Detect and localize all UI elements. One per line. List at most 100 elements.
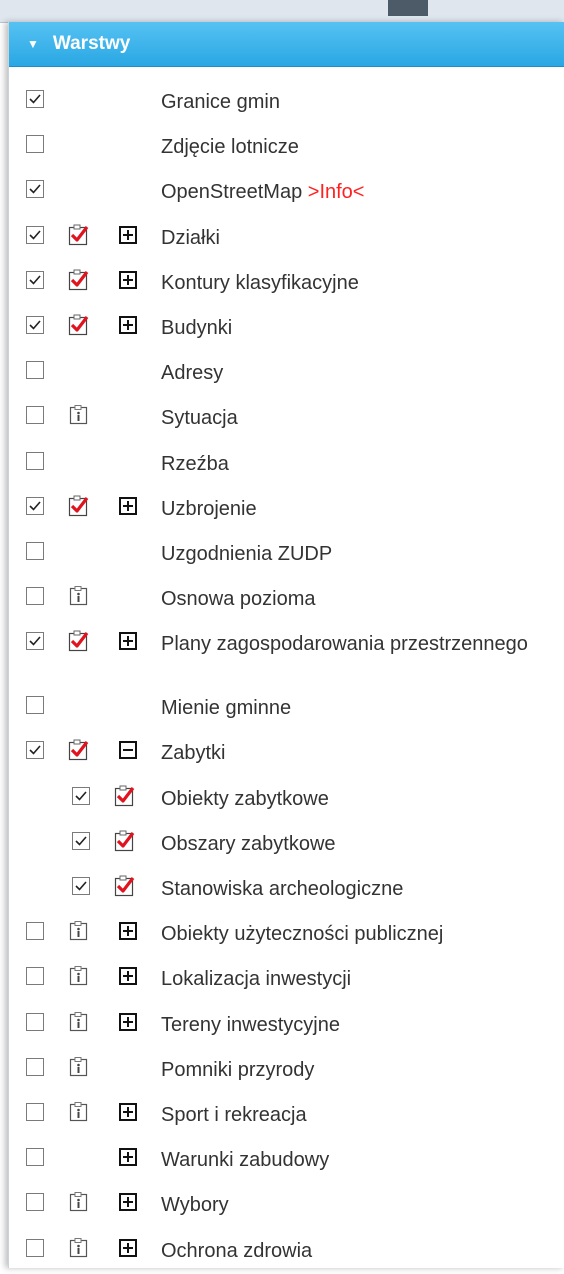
legend-check-icon[interactable]	[68, 739, 90, 761]
layer-label: Stanowiska archeologiczne	[161, 874, 553, 904]
layer-checkbox[interactable]	[26, 1148, 44, 1167]
layer-checkbox[interactable]	[26, 1012, 44, 1031]
legend-info-icon[interactable]	[68, 965, 90, 987]
legend-info-icon[interactable]	[68, 1191, 90, 1213]
layer-checkbox[interactable]	[26, 496, 44, 515]
layer-row: OpenStreetMap >Info<	[9, 170, 564, 215]
layer-row: Stanowiska archeologiczne	[9, 867, 564, 912]
expand-plus-icon[interactable]	[119, 315, 137, 334]
layer-row: Mienie gminne	[9, 686, 564, 731]
legend-check-icon[interactable]	[114, 785, 136, 807]
background-tab	[388, 0, 428, 16]
layer-label: Warunki zabudowy	[161, 1145, 553, 1175]
layer-name: Kontury klasyfikacyjne	[161, 271, 359, 294]
layer-checkbox[interactable]	[26, 90, 44, 108]
legend-check-icon[interactable]	[114, 875, 136, 897]
layer-label: Uzgodnienia ZUDP	[161, 539, 553, 569]
layer-name: Rzeźba	[161, 452, 229, 475]
legend-check-icon[interactable]	[68, 630, 90, 652]
collapse-minus-icon[interactable]	[119, 741, 137, 760]
layer-label: OpenStreetMap >Info<	[161, 177, 553, 207]
layer-row: Lokalizacja inwestycji	[9, 957, 564, 1002]
layer-checkbox[interactable]	[26, 225, 44, 244]
legend-info-icon[interactable]	[68, 920, 90, 942]
layer-checkbox[interactable]	[26, 270, 44, 289]
layer-name: Uzgodnienia ZUDP	[161, 542, 333, 565]
layer-name: Granice gmin	[161, 91, 280, 113]
layer-checkbox[interactable]	[26, 1193, 44, 1212]
legend-check-icon[interactable]	[68, 269, 90, 291]
legend-info-icon[interactable]	[68, 404, 90, 426]
layer-checkbox[interactable]	[26, 406, 44, 425]
layer-label: Zdjęcie lotnicze	[161, 132, 553, 162]
expand-plus-icon[interactable]	[119, 632, 137, 651]
layer-checkbox[interactable]	[26, 1102, 44, 1121]
layer-row: Kontury klasyfikacyjne	[9, 261, 564, 306]
layer-row: Adresy	[9, 351, 564, 396]
legend-info-icon[interactable]	[68, 1056, 90, 1078]
layer-row: Sytuacja	[9, 396, 564, 441]
layer-name: Obiekty zabytkowe	[161, 787, 329, 810]
panel-header[interactable]: ▼ Warstwy	[9, 22, 564, 67]
layer-label: Uzbrojenie	[161, 494, 553, 524]
layer-label: Pomniki przyrody	[161, 1055, 553, 1085]
layer-checkbox[interactable]	[26, 315, 44, 334]
layer-checkbox[interactable]	[26, 922, 44, 941]
layer-checkbox[interactable]	[26, 1238, 44, 1257]
expand-plus-icon[interactable]	[119, 922, 137, 941]
layer-checkbox[interactable]	[26, 180, 44, 199]
layer-name: Uzbrojenie	[161, 497, 257, 520]
expand-plus-icon[interactable]	[119, 967, 137, 986]
layer-name: OpenStreetMap	[161, 181, 303, 204]
legend-check-icon[interactable]	[68, 495, 90, 517]
layer-label: Rzeźba	[161, 449, 553, 479]
layer-checkbox[interactable]	[26, 967, 44, 986]
layer-checkbox[interactable]	[26, 696, 44, 715]
expand-plus-icon[interactable]	[119, 1148, 137, 1167]
expand-plus-icon[interactable]	[119, 1193, 137, 1212]
layer-label: Osnowa pozioma	[161, 584, 553, 614]
layer-row: Budynki	[9, 306, 564, 351]
layer-checkbox[interactable]	[26, 541, 44, 560]
layer-row: Obszary zabytkowe	[9, 822, 564, 867]
layer-checkbox[interactable]	[72, 877, 90, 895]
legend-check-icon[interactable]	[68, 314, 90, 336]
layer-label: Obszary zabytkowe	[161, 829, 553, 859]
expand-plus-icon[interactable]	[119, 496, 137, 515]
layer-checkbox[interactable]	[26, 741, 44, 760]
layer-checkbox[interactable]	[72, 831, 90, 850]
layer-checkbox[interactable]	[26, 361, 44, 380]
layer-name: Pomniki przyrody	[161, 1058, 315, 1081]
layer-label: Obiekty użyteczności publicznej	[161, 919, 553, 949]
layer-row: Uzgodnienia ZUDP	[9, 532, 564, 577]
layer-name: Warunki zabudowy	[161, 1149, 330, 1172]
layer-label: Sport i rekreacja	[161, 1100, 553, 1130]
expand-plus-icon[interactable]	[119, 270, 137, 289]
layer-row: Tereny inwestycyjne	[9, 1003, 564, 1048]
layer-checkbox[interactable]	[26, 451, 44, 470]
legend-info-icon[interactable]	[68, 585, 90, 607]
expand-plus-icon[interactable]	[119, 225, 137, 244]
info-link[interactable]: >Info<	[308, 181, 365, 203]
triangle-down-icon[interactable]: ▼	[27, 37, 39, 51]
expand-plus-icon[interactable]	[119, 1012, 137, 1031]
layer-list: Granice gmin Zdjęcie lotnicze OpenStreetMa…	[9, 80, 564, 1274]
legend-info-icon[interactable]	[68, 1011, 90, 1033]
layer-checkbox[interactable]	[26, 632, 44, 651]
legend-check-icon[interactable]	[114, 830, 136, 852]
layer-name: Sytuacja	[161, 407, 238, 430]
layer-label: Budynki	[161, 313, 553, 343]
legend-check-icon[interactable]	[68, 224, 90, 246]
layer-label: Mienie gminne	[161, 693, 553, 723]
legend-info-icon[interactable]	[68, 1237, 90, 1259]
panel-title: Warstwy	[52, 33, 131, 54]
expand-plus-icon[interactable]	[119, 1238, 137, 1257]
legend-info-icon[interactable]	[68, 1101, 90, 1123]
layer-checkbox[interactable]	[26, 587, 44, 606]
layer-checkbox[interactable]	[72, 786, 90, 805]
expand-plus-icon[interactable]	[119, 1102, 137, 1121]
layer-checkbox[interactable]	[26, 1057, 44, 1076]
layer-row: Pomniki przyrody	[9, 1048, 564, 1093]
layer-name: Adresy	[161, 362, 224, 385]
layer-checkbox[interactable]	[26, 135, 44, 154]
